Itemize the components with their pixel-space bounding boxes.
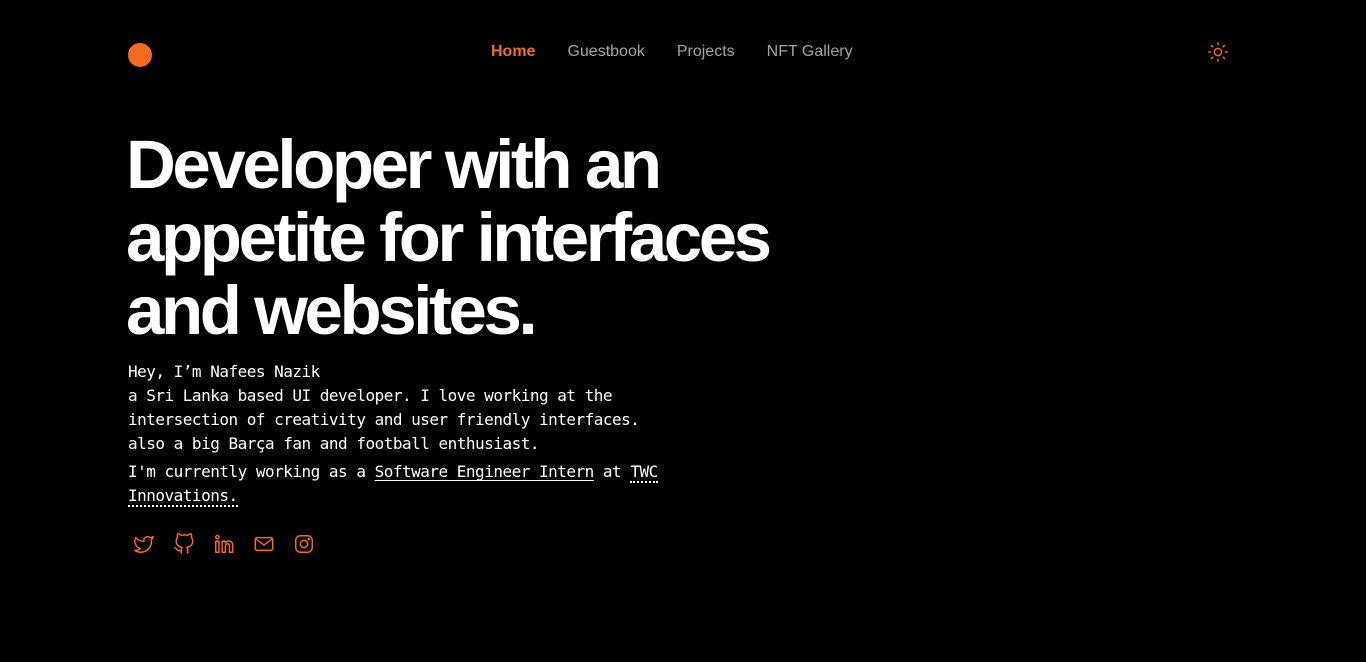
role-link[interactable]: Software Engineer Intern (375, 462, 595, 481)
hero-heading: Developer with an appetite for interface… (126, 128, 886, 347)
social-links (132, 532, 316, 556)
mail-icon (254, 536, 274, 552)
nav-guestbook[interactable]: Guestbook (567, 41, 644, 63)
nav-home[interactable]: Home (491, 41, 535, 63)
bio-line-3: also a big Barça fan and football enthus… (128, 434, 539, 453)
twitter-icon (134, 535, 154, 553)
intro-text: Hey, I’m Nafees Nazik a Sri Lanka based … (128, 360, 708, 508)
linkedin-link[interactable] (212, 532, 236, 556)
github-link[interactable] (172, 532, 196, 556)
twitter-link[interactable] (132, 532, 156, 556)
instagram-icon (295, 535, 313, 553)
bio-line-1: a Sri Lanka based UI developer. I love w… (128, 386, 613, 405)
email-link[interactable] (252, 532, 276, 556)
work-prefix: I'm currently working as a (128, 462, 375, 481)
nav-nft-gallery[interactable]: NFT Gallery (767, 41, 853, 63)
nav-projects[interactable]: Projects (677, 41, 735, 63)
hero-line-1: Developer with an (126, 126, 662, 203)
work-middle: at (593, 462, 631, 481)
sun-icon (1208, 42, 1228, 62)
github-icon (174, 533, 194, 554)
bio-line-2: intersection of creativity and user frie… (128, 410, 640, 429)
logo[interactable] (128, 43, 152, 67)
theme-toggle-button[interactable] (1206, 40, 1230, 64)
main-nav: Home Guestbook Projects NFT Gallery (491, 41, 853, 63)
instagram-link[interactable] (292, 532, 316, 556)
hero-line-3: and websites. (126, 272, 538, 349)
work-statement: I'm currently working as a Software Engi… (128, 460, 708, 508)
greeting: Hey, I’m Nafees Nazik (128, 362, 320, 381)
hero-line-2: appetite for interfaces (126, 199, 772, 276)
linkedin-icon (214, 534, 234, 553)
